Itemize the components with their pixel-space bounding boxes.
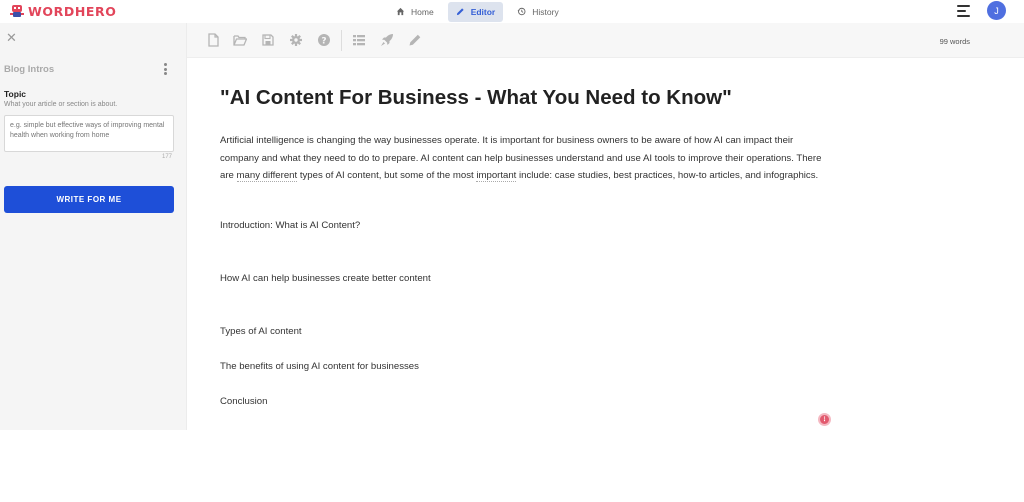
home-icon	[396, 7, 405, 16]
nav-history[interactable]: History	[509, 2, 566, 22]
main-nav: Home Editor History	[388, 0, 567, 23]
open-folder-icon[interactable]	[233, 33, 247, 47]
topic-input[interactable]	[4, 115, 174, 152]
nav-home-label: Home	[411, 6, 434, 17]
nav-editor[interactable]: Editor	[447, 1, 504, 22]
nav-editor-label: Editor	[470, 6, 496, 17]
character-count: 177	[162, 154, 173, 160]
document-title[interactable]: "AI Content For Business - What You Need…	[220, 86, 732, 110]
grammar-suggestion[interactable]: many different	[236, 170, 298, 182]
top-bar: WORDHERO Home Editor History J	[0, 0, 1024, 23]
help-circle-icon[interactable]: ?	[317, 33, 331, 47]
logo-text: WORDHERO	[28, 4, 116, 19]
grammar-suggestion[interactable]: important	[476, 170, 517, 182]
write-for-me-button[interactable]: WRITE FOR ME	[4, 186, 174, 213]
top-right-controls: J	[957, 1, 1006, 20]
outline-line[interactable]: Types of AI content	[220, 326, 302, 337]
outline-line[interactable]: Conclusion	[220, 396, 267, 407]
intro-paragraph[interactable]: Artificial intelligence is changing the …	[220, 132, 830, 185]
logo-text-word: WORD	[28, 3, 75, 19]
nav-history-label: History	[532, 6, 559, 17]
svg-text:?: ?	[321, 36, 326, 46]
avatar[interactable]: J	[987, 1, 1006, 20]
outline-line[interactable]: Introduction: What is AI Content?	[220, 220, 360, 231]
list-icon[interactable]	[352, 33, 366, 47]
logo-text-hero: HERO	[74, 3, 117, 19]
pencil-icon[interactable]	[408, 33, 422, 47]
topic-label: Topic	[4, 89, 27, 99]
paragraph-text-2: types of AI content, but some of the mos…	[297, 170, 477, 181]
more-options-icon[interactable]	[164, 63, 168, 75]
close-icon[interactable]: ✕	[6, 31, 17, 44]
settings-gear-icon[interactable]	[289, 33, 303, 47]
avatar-initial: J	[994, 5, 999, 16]
paragraph-text-3: include: case studies, best practices, h…	[516, 170, 819, 181]
logo-mascot-icon	[10, 5, 24, 17]
history-icon	[517, 7, 526, 16]
menu-icon[interactable]	[957, 4, 971, 17]
wordhero-logo[interactable]: WORDHERO	[10, 3, 116, 19]
word-count: 99 words	[939, 37, 970, 46]
grammar-assistant-icon[interactable]: ⋮	[818, 413, 831, 426]
outline-line[interactable]: The benefits of using AI content for bus…	[220, 361, 419, 372]
editor-toolbar: ? 99 words	[187, 23, 1024, 58]
rocket-icon[interactable]	[380, 33, 394, 47]
topic-help-text: What your article or section is about.	[4, 101, 118, 108]
outline-line[interactable]: How AI can help businesses create better…	[220, 273, 431, 284]
new-file-icon[interactable]	[206, 33, 220, 47]
panel-title: Blog Intros	[4, 64, 55, 75]
pencil-icon	[456, 8, 464, 16]
save-icon[interactable]	[261, 33, 275, 47]
tool-sidebar: ✕ Blog Intros Topic What your article or…	[0, 23, 187, 430]
nav-home[interactable]: Home	[388, 2, 442, 22]
toolbar-divider	[341, 30, 342, 51]
